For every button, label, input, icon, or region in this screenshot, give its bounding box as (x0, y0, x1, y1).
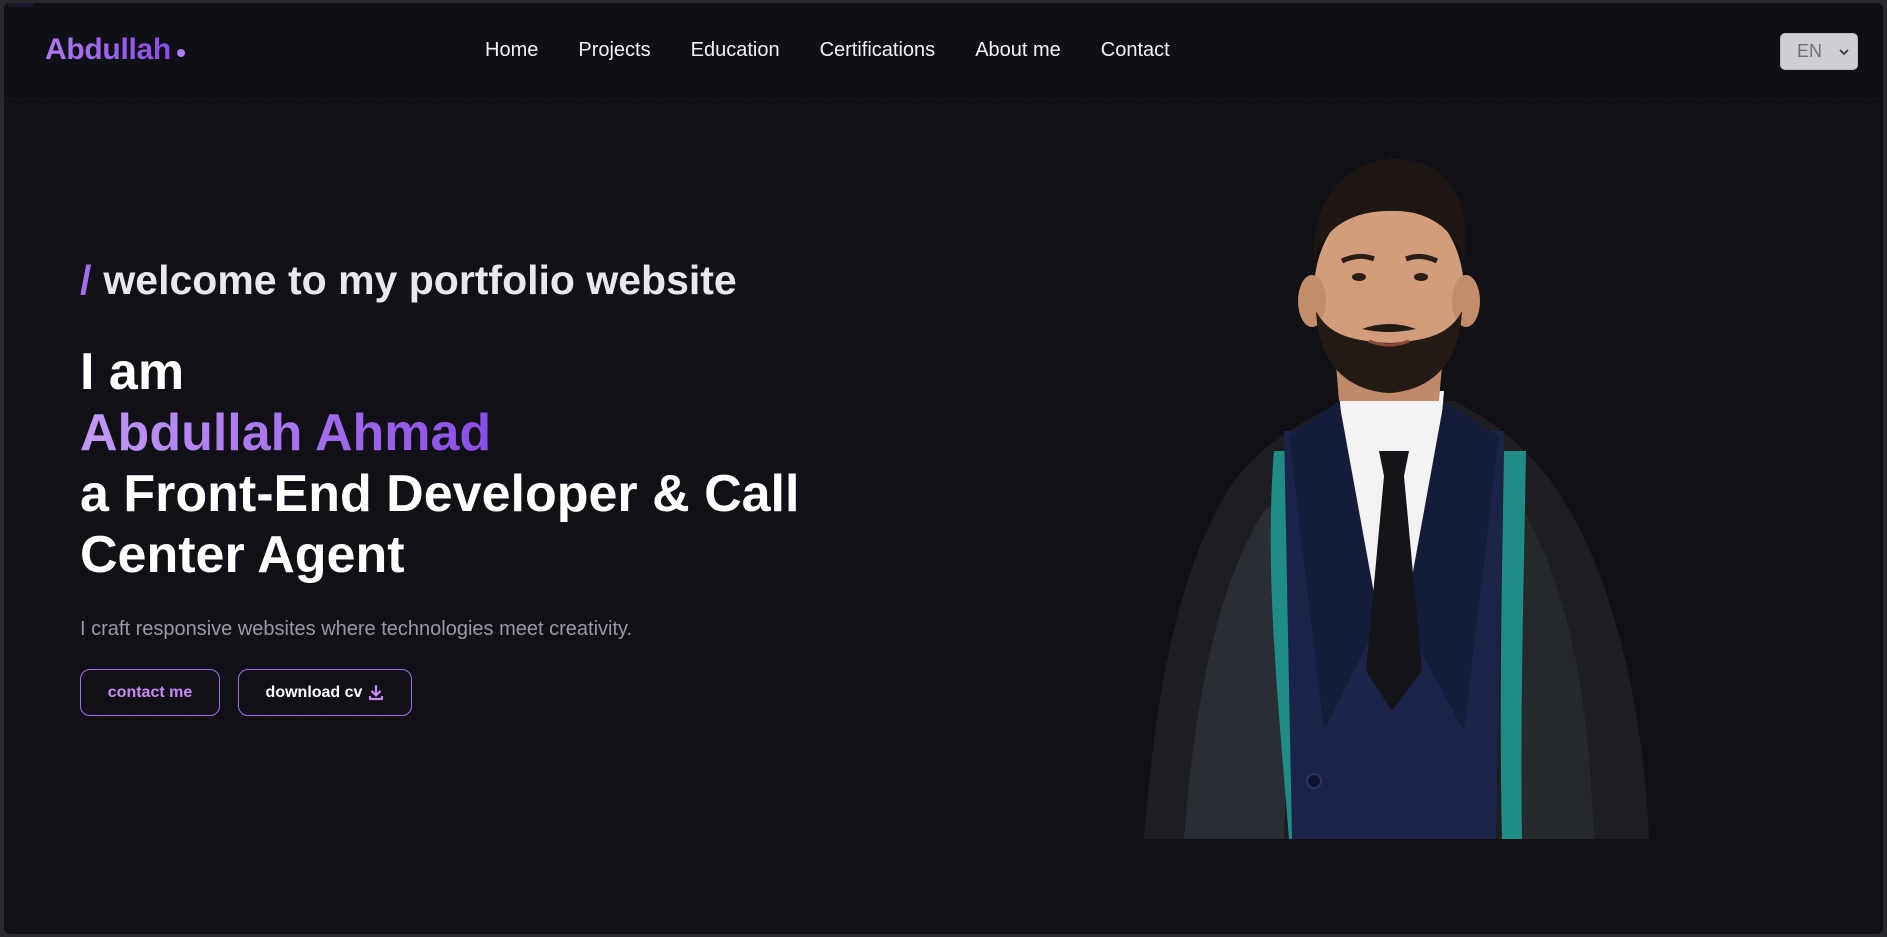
brand-name: Abdullah (45, 33, 171, 66)
chevron-down-icon (1839, 48, 1849, 55)
nav-projects[interactable]: Projects (578, 39, 650, 62)
download-icon (369, 684, 384, 700)
hero-tagline: I craft responsive websites where techno… (80, 618, 633, 640)
download-cv-label: download cv (265, 683, 363, 701)
brand-logo[interactable]: Abdullah (45, 33, 185, 67)
hero-headline: I am Abdullah Ahmad a Front-End Develope… (80, 342, 840, 586)
nav-about-me[interactable]: About me (975, 39, 1061, 62)
welcome-heading: / welcome to my portfolio website (80, 257, 840, 304)
nav-education[interactable]: Education (691, 39, 780, 62)
nav-certifications[interactable]: Certifications (820, 39, 936, 62)
welcome-text: welcome to my portfolio website (103, 257, 737, 303)
contact-me-label: contact me (107, 683, 193, 701)
hero-section: / welcome to my portfolio website I am A… (80, 257, 840, 716)
nav-links: Home Projects Education Certifications A… (485, 39, 1170, 62)
language-value: EN (1797, 41, 1823, 61)
nav-contact[interactable]: Contact (1101, 39, 1170, 62)
nav-home[interactable]: Home (485, 39, 538, 62)
accent-slash: / (80, 257, 92, 303)
profile-portrait (1144, 158, 1649, 839)
role-line-1: a Front-End Developer & Call (80, 465, 800, 523)
cta-buttons: contact me download cv (80, 669, 840, 716)
name-line: Abdullah Ahmad (80, 404, 492, 462)
role-line-2: Center Agent (80, 526, 405, 584)
contact-me-button[interactable]: contact me (80, 669, 220, 716)
brand-dot-icon (176, 49, 185, 57)
language-select[interactable]: EN (1780, 33, 1858, 70)
intro-line: I am (80, 343, 185, 401)
download-cv-button[interactable]: download cv (238, 669, 412, 716)
browser-viewport: Abdullah Home Projects Education Certifi… (4, 3, 1883, 934)
navbar: Abdullah Home Projects Education Certifi… (4, 3, 1883, 99)
